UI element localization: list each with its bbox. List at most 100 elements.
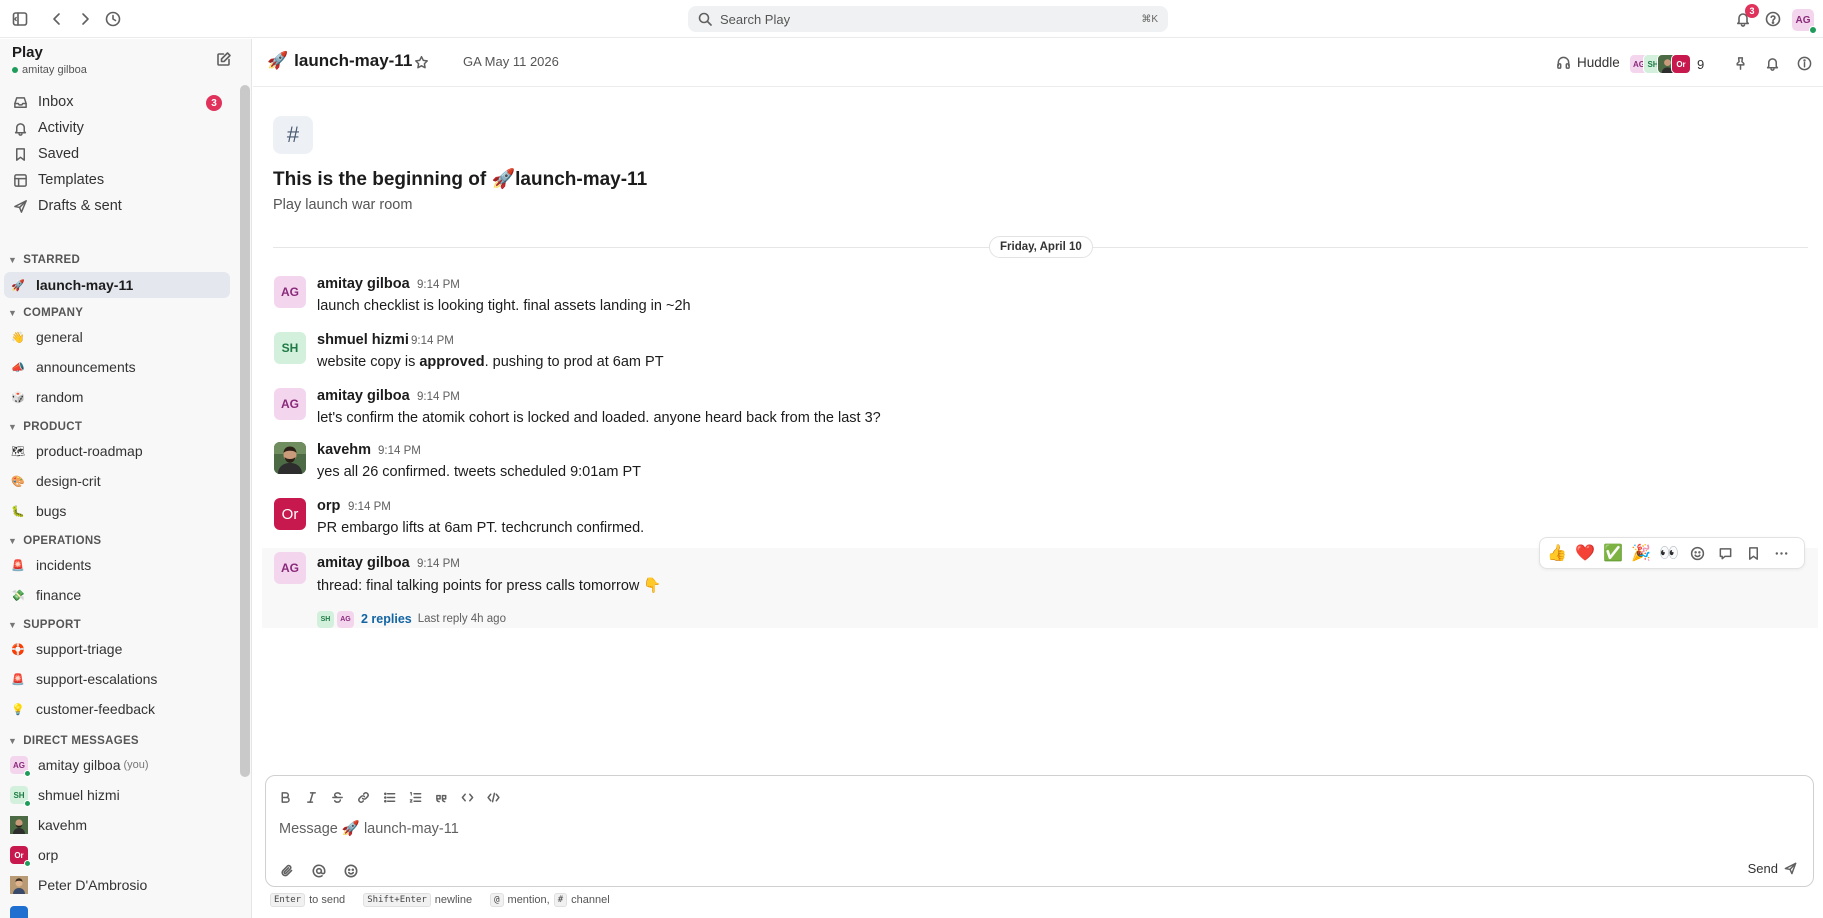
more-options-icon[interactable] bbox=[1767, 539, 1795, 567]
reaction-eyes[interactable]: 👀 bbox=[1655, 539, 1683, 567]
dm-amitay-gilboa[interactable]: AG amitay gilboa (you) bbox=[6, 752, 230, 778]
user-avatar[interactable]: AG bbox=[1792, 9, 1817, 34]
channel-bugs[interactable]: 🐛 bugs bbox=[4, 498, 230, 524]
dm-kavehm[interactable]: kavehm bbox=[6, 812, 230, 838]
section-company[interactable]: ▼ COMPANY bbox=[8, 304, 83, 322]
sidebar-scrollbar[interactable] bbox=[240, 85, 250, 777]
message-author[interactable]: kavehm bbox=[317, 442, 371, 458]
message-time[interactable]: 9:14 PM bbox=[411, 335, 454, 347]
channel-product-roadmap[interactable]: 🗺 product-roadmap bbox=[4, 438, 230, 464]
message-author[interactable]: amitay gilboa bbox=[317, 276, 410, 292]
section-starred[interactable]: ▼ STARRED bbox=[8, 251, 80, 269]
forward-arrow-icon[interactable] bbox=[75, 9, 95, 29]
message-author[interactable]: shmuel hizmi bbox=[317, 332, 409, 348]
avatar[interactable]: SH bbox=[274, 332, 306, 364]
thread-summary[interactable]: SH AG 2 replies Last reply 4h ago bbox=[317, 610, 506, 628]
huddle-label: Huddle bbox=[1577, 54, 1620, 70]
section-product[interactable]: ▼ PRODUCT bbox=[8, 418, 82, 436]
code-block-icon[interactable] bbox=[482, 786, 504, 808]
workspace-name[interactable]: Play bbox=[12, 44, 43, 61]
star-icon[interactable] bbox=[414, 55, 429, 70]
sidebar-toggle-icon[interactable] bbox=[10, 9, 30, 29]
back-arrow-icon[interactable] bbox=[47, 9, 67, 29]
date-divider[interactable]: Friday, April 10 bbox=[989, 236, 1093, 258]
channel-customer-feedback[interactable]: 💡 customer-feedback bbox=[4, 696, 230, 722]
avatar[interactable]: AG bbox=[274, 552, 306, 584]
reaction-heart[interactable]: ❤️ bbox=[1571, 539, 1599, 567]
nav-templates-label: Templates bbox=[38, 172, 105, 188]
help-icon[interactable] bbox=[1763, 9, 1783, 29]
code-icon[interactable] bbox=[456, 786, 478, 808]
channel-title-name: launch-may-11 bbox=[294, 51, 413, 70]
nav-saved[interactable]: Saved bbox=[6, 140, 230, 168]
reply-thread-icon[interactable] bbox=[1711, 539, 1739, 567]
strikethrough-icon[interactable] bbox=[326, 786, 348, 808]
dm-peter-dambrosio[interactable]: Peter D'Ambrosio bbox=[6, 872, 230, 898]
link-icon[interactable] bbox=[352, 786, 374, 808]
channel-support-triage[interactable]: 🛟 support-triage bbox=[4, 636, 230, 662]
section-operations[interactable]: ▼ OPERATIONS bbox=[8, 532, 101, 550]
info-icon[interactable] bbox=[1795, 54, 1813, 72]
message[interactable]: kavehm 9:14 PM yes all 26 confirmed. twe… bbox=[262, 440, 1818, 488]
blockquote-icon[interactable] bbox=[430, 786, 452, 808]
channel-launch-may-11[interactable]: 🚀 launch-may-11 bbox=[4, 272, 230, 298]
message-time[interactable]: 9:14 PM bbox=[417, 279, 460, 291]
search-bar[interactable]: Search Play ⌘K bbox=[688, 6, 1168, 32]
channel-design-crit[interactable]: 🎨 design-crit bbox=[4, 468, 230, 494]
section-direct-messages[interactable]: ▼ DIRECT MESSAGES bbox=[8, 732, 139, 750]
huddle-button[interactable]: Huddle bbox=[1550, 48, 1626, 76]
message-author[interactable]: amitay gilboa bbox=[317, 388, 410, 404]
nav-activity[interactable]: Activity bbox=[6, 114, 230, 142]
dm-partial[interactable] bbox=[6, 902, 230, 918]
message-time[interactable]: 9:14 PM bbox=[348, 501, 391, 513]
send-button[interactable]: Send bbox=[1748, 861, 1797, 876]
message-time[interactable]: 9:14 PM bbox=[378, 445, 421, 457]
thread-replies-link[interactable]: 2 replies bbox=[361, 612, 412, 626]
attach-icon[interactable] bbox=[276, 860, 298, 882]
channel-title[interactable]: 🚀 launch-may-11 bbox=[267, 51, 412, 71]
message-author[interactable]: amitay gilboa bbox=[317, 555, 410, 571]
pin-icon[interactable] bbox=[1731, 54, 1749, 72]
channel-topic[interactable]: GA May 11 2026 bbox=[463, 54, 559, 69]
channel-random[interactable]: 🎲 random bbox=[4, 384, 230, 410]
reaction-check[interactable]: ✅ bbox=[1599, 539, 1627, 567]
message-time[interactable]: 9:14 PM bbox=[417, 558, 460, 570]
nav-drafts-sent[interactable]: Drafts & sent bbox=[6, 192, 230, 220]
online-status-dot bbox=[24, 860, 31, 867]
history-clock-icon[interactable] bbox=[103, 9, 123, 29]
section-support[interactable]: ▼ SUPPORT bbox=[8, 616, 81, 634]
bold-icon[interactable] bbox=[274, 786, 296, 808]
message[interactable]: AG amitay gilboa 9:14 PM launch checklis… bbox=[262, 272, 1818, 320]
avatar[interactable]: Or bbox=[274, 498, 306, 530]
italic-icon[interactable] bbox=[300, 786, 322, 808]
bell-icon[interactable] bbox=[1763, 54, 1781, 72]
channel-general[interactable]: 👋 general bbox=[4, 324, 230, 350]
dm-orp[interactable]: Or orp bbox=[6, 842, 230, 868]
avatar[interactable]: AG bbox=[274, 276, 306, 308]
mention-icon[interactable] bbox=[308, 860, 330, 882]
avatar[interactable]: AG bbox=[274, 388, 306, 420]
bookmark-icon[interactable] bbox=[1739, 539, 1767, 567]
message-input[interactable]: Message 🚀 launch-may-11 bbox=[279, 820, 459, 837]
bulleted-list-icon[interactable] bbox=[378, 786, 400, 808]
avatar-photo[interactable] bbox=[274, 442, 306, 474]
message[interactable]: SH shmuel hizmi 9:14 PM website copy is … bbox=[262, 328, 1818, 376]
add-reaction-icon[interactable] bbox=[1683, 539, 1711, 567]
compose-icon[interactable] bbox=[216, 51, 232, 67]
dm-shmuel-hizmi[interactable]: SH shmuel hizmi bbox=[6, 782, 230, 808]
channel-announcements[interactable]: 📣 announcements bbox=[4, 354, 230, 380]
reaction-thumbs-up[interactable]: 👍 bbox=[1543, 539, 1571, 567]
reaction-party[interactable]: 🎉 bbox=[1627, 539, 1655, 567]
nav-inbox[interactable]: Inbox 3 bbox=[6, 88, 230, 116]
channel-finance[interactable]: 💸 finance bbox=[4, 582, 230, 608]
message[interactable]: AG amitay gilboa 9:14 PM let's confirm t… bbox=[262, 384, 1818, 432]
nav-templates[interactable]: Templates bbox=[6, 166, 230, 194]
channel-incidents[interactable]: 🚨 incidents bbox=[4, 552, 230, 578]
message-time[interactable]: 9:14 PM bbox=[417, 391, 460, 403]
member-list-button[interactable]: AG SH Or 9 bbox=[1629, 54, 1704, 74]
emoji-icon[interactable] bbox=[340, 860, 362, 882]
top-bar: Search Play ⌘K 3 AG bbox=[0, 0, 1823, 38]
numbered-list-icon[interactable] bbox=[404, 786, 426, 808]
message-author[interactable]: orp bbox=[317, 498, 340, 514]
channel-support-escalations[interactable]: 🚨 support-escalations bbox=[4, 666, 230, 692]
